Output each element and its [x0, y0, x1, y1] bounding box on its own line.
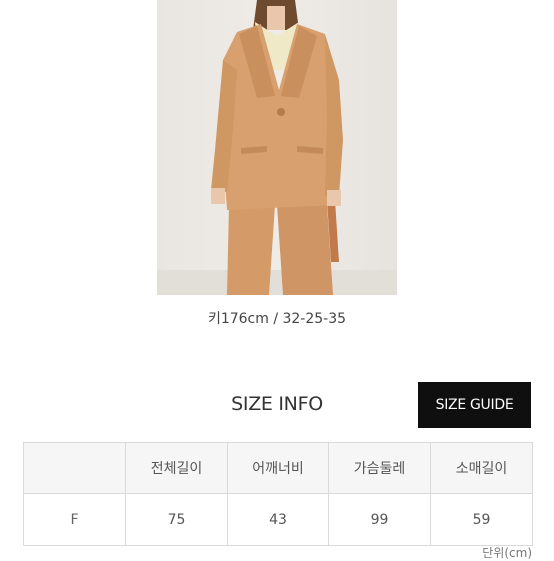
header-cell-size [23, 442, 126, 494]
header-cell-shoulder-width: 어깨너비 [227, 442, 329, 494]
model-illustration [157, 0, 397, 295]
size-table: 전체길이 어깨너비 가슴둘레 소매길이 F 75 43 99 59 [23, 442, 533, 546]
sleeve-length-cell: 59 [430, 493, 533, 546]
table-row: F 75 43 99 59 [23, 493, 533, 546]
product-photo [157, 0, 397, 295]
header-cell-total-length: 전체길이 [125, 442, 228, 494]
header-cell-chest: 가슴둘레 [328, 442, 431, 494]
total-length-cell: 75 [125, 493, 228, 546]
chest-cell: 99 [328, 493, 431, 546]
size-guide-button[interactable]: SIZE GUIDE [418, 382, 531, 428]
model-size-caption: 키176cm / 32-25-35 [207, 311, 347, 327]
size-info-title: SIZE INFO [231, 393, 323, 415]
unit-label: 단위(cm) [482, 546, 532, 560]
header-cell-sleeve-length: 소매길이 [430, 442, 533, 494]
size-label-cell: F [23, 493, 126, 546]
size-table-header-row: 전체길이 어깨너비 가슴둘레 소매길이 [23, 442, 533, 494]
shoulder-width-cell: 43 [227, 493, 329, 546]
